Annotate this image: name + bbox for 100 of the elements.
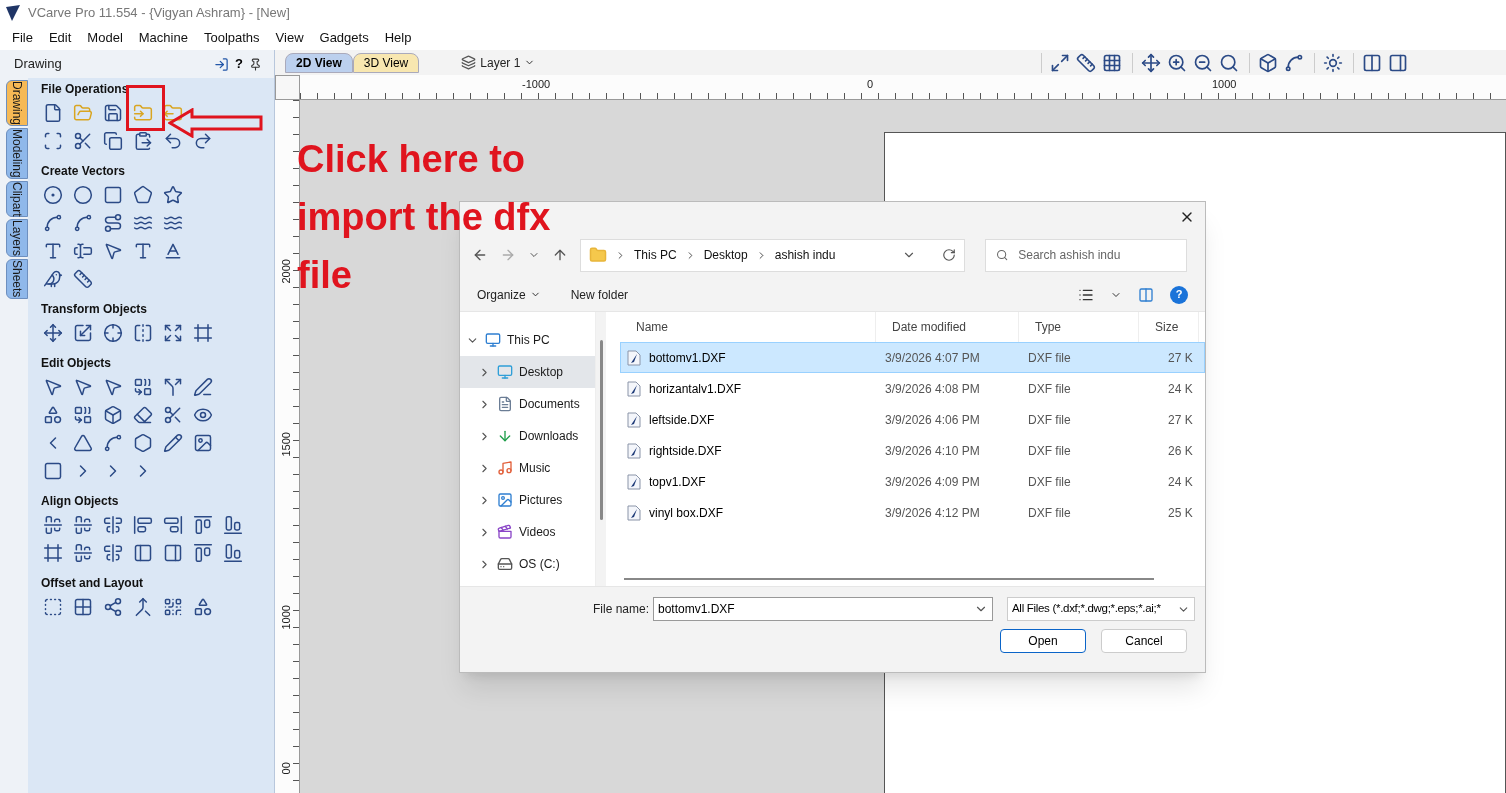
search-field[interactable]: Search ashish indu bbox=[985, 238, 1187, 272]
open-button[interactable]: Open bbox=[1000, 629, 1086, 653]
refresh-icon[interactable] bbox=[942, 248, 956, 262]
file-name: leftside.DXF bbox=[649, 411, 715, 429]
menu-item[interactable]: Toolpaths bbox=[195, 28, 268, 48]
nav-item[interactable]: Videos bbox=[460, 516, 595, 548]
back-icon[interactable] bbox=[472, 247, 488, 263]
file-name-field[interactable]: bottomv1.DXF bbox=[653, 597, 993, 621]
nav-label: Music bbox=[519, 460, 551, 477]
file-date: 3/9/2026 4:08 PM bbox=[884, 380, 981, 398]
dock-icon[interactable] bbox=[214, 56, 230, 72]
breadcrumb[interactable]: Desktop bbox=[703, 246, 748, 264]
dxf-file-icon bbox=[627, 504, 641, 521]
ruler-label: 00 bbox=[278, 761, 293, 777]
section-title: Create Vectors bbox=[41, 163, 127, 180]
menu-item[interactable]: Model bbox=[79, 28, 131, 48]
help-button[interactable]: ? bbox=[1170, 285, 1188, 304]
file-date: 3/9/2026 4:12 PM bbox=[884, 504, 981, 522]
zoom-out-icon[interactable] bbox=[1193, 52, 1213, 73]
nav-item[interactable]: Pictures bbox=[460, 484, 595, 516]
view-tab[interactable]: 3D View bbox=[352, 52, 420, 73]
file-size: 27 K bbox=[1167, 411, 1194, 429]
desktop-icon bbox=[497, 364, 513, 380]
cancel-button[interactable]: Cancel bbox=[1101, 629, 1187, 653]
dxf-file-icon bbox=[627, 442, 641, 459]
nav-item[interactable]: Downloads bbox=[460, 420, 595, 452]
panel-title: Drawing bbox=[14, 55, 62, 74]
file-size: 25 K bbox=[1167, 504, 1194, 522]
nav-item[interactable]: Documents bbox=[460, 388, 595, 420]
nav-item[interactable]: OS (C:) bbox=[460, 548, 595, 580]
dxf-file-icon bbox=[627, 349, 641, 366]
side-tab[interactable]: Drawing bbox=[6, 80, 28, 126]
nav-item[interactable]: This PC bbox=[460, 324, 595, 356]
file-size: 26 K bbox=[1167, 442, 1194, 460]
menu-item[interactable]: Help bbox=[376, 28, 420, 48]
file-row[interactable]: leftside.DXF 3/9/2026 4:06 PM DXF file 27 K bbox=[620, 404, 1205, 435]
side-tab[interactable]: Modeling bbox=[6, 128, 28, 179]
new-folder-button[interactable]: New folder bbox=[570, 285, 629, 304]
section-title: Edit Objects bbox=[41, 355, 112, 372]
nav-item[interactable]: Desktop bbox=[460, 356, 595, 388]
breadcrumb[interactable]: This PC bbox=[634, 246, 677, 264]
nav-item[interactable]: Music bbox=[460, 452, 595, 484]
file-name-input[interactable]: bottomv1.DXF bbox=[658, 600, 974, 618]
side-tab[interactable]: Sheets bbox=[6, 259, 28, 299]
pin-icon[interactable] bbox=[249, 57, 262, 71]
file-name: horizantalv1.DXF bbox=[649, 380, 742, 398]
menu-item[interactable]: Edit bbox=[40, 28, 80, 48]
lighting-icon[interactable] bbox=[1323, 52, 1343, 73]
grid-icon[interactable] bbox=[1102, 52, 1122, 73]
file-row[interactable]: vinyl box.DXF 3/9/2026 4:12 PM DXF file 25 K bbox=[620, 497, 1205, 528]
file-type: DXF file bbox=[1027, 411, 1072, 429]
file-row[interactable]: rightside.DXF 3/9/2026 4:10 PM DXF file 26 K bbox=[620, 435, 1205, 466]
file-type: DXF file bbox=[1027, 504, 1072, 522]
zoom-box-icon[interactable] bbox=[1219, 52, 1239, 73]
file-size: 24 K bbox=[1167, 473, 1194, 491]
organize-button[interactable]: Organize bbox=[477, 285, 526, 304]
file-date: 3/9/2026 4:06 PM bbox=[884, 411, 981, 429]
file-row[interactable]: topv1.DXF 3/9/2026 4:09 PM DXF file 24 K bbox=[620, 466, 1205, 497]
file-type: DXF file bbox=[1027, 473, 1072, 491]
layout-icon[interactable] bbox=[1388, 52, 1408, 73]
dxf-file-icon bbox=[627, 411, 641, 428]
ruler-label: 1500 bbox=[278, 431, 293, 459]
preview-pane-icon[interactable] bbox=[1138, 286, 1154, 303]
up-icon[interactable] bbox=[552, 247, 568, 263]
breadcrumb[interactable]: ashish indu bbox=[774, 246, 836, 264]
side-tab[interactable]: Layers bbox=[6, 219, 28, 258]
zoom-extents-icon[interactable] bbox=[1050, 52, 1070, 73]
video-icon bbox=[497, 524, 513, 540]
ruler-label: 1000 bbox=[278, 604, 293, 632]
file-type-dropdown[interactable]: All Files (*.dxf;*.dwg;*.eps;*.ai;* bbox=[1007, 597, 1195, 621]
nav-label: Desktop bbox=[519, 364, 564, 381]
annotation-text: file bbox=[297, 253, 352, 298]
computer-icon bbox=[485, 332, 501, 348]
zoom-in-icon[interactable] bbox=[1167, 52, 1187, 73]
file-row[interactable]: bottomv1.DXF 3/9/2026 4:07 PM DXF file 27 K bbox=[620, 342, 1205, 373]
highlight-box bbox=[126, 85, 165, 131]
annotation-text: import the dfx bbox=[297, 195, 551, 240]
search-icon bbox=[996, 248, 1009, 262]
menu-item[interactable]: Machine bbox=[130, 28, 196, 48]
file-date: 3/9/2026 4:09 PM bbox=[884, 473, 981, 491]
layer-dropdown[interactable]: Layer 1 bbox=[480, 53, 521, 72]
address-bar[interactable]: This PC Desktop ashish indu bbox=[580, 238, 965, 272]
file-row[interactable]: horizantalv1.DXF 3/9/2026 4:08 PM DXF file 24 K bbox=[620, 373, 1205, 404]
help-button[interactable]: ? bbox=[235, 54, 243, 74]
menu-item[interactable]: File bbox=[4, 28, 41, 48]
ruler-label: 2000 bbox=[278, 258, 293, 286]
file-name: vinyl box.DXF bbox=[649, 504, 724, 522]
layer-icon bbox=[461, 55, 477, 70]
search-input[interactable]: Search ashish indu bbox=[1018, 246, 1176, 264]
side-tab[interactable]: Clipart bbox=[6, 180, 28, 218]
menu-item[interactable]: Gadgets bbox=[311, 28, 377, 48]
download-icon bbox=[497, 428, 513, 444]
window-title: VCarve Pro 11.554 - {Vigyan Ashram} - [New] bbox=[28, 4, 290, 23]
split-view-icon[interactable] bbox=[1362, 52, 1382, 73]
annotation-text: Click here to bbox=[297, 137, 526, 182]
view-tab[interactable]: 2D View bbox=[285, 52, 353, 73]
pan-icon[interactable] bbox=[1141, 52, 1161, 73]
file-name: bottomv1.DXF bbox=[649, 349, 726, 367]
menu-item[interactable]: View bbox=[267, 28, 312, 48]
dxf-file-icon bbox=[627, 380, 641, 397]
